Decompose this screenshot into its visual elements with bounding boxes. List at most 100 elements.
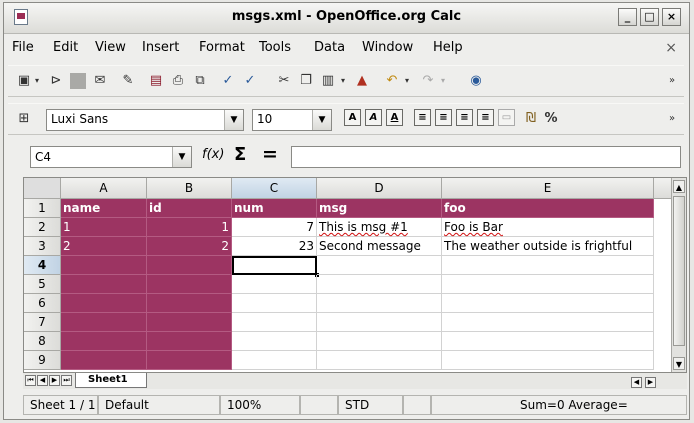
row-header-1[interactable]: 1 (24, 199, 61, 218)
undo-icon[interactable]: ↶ (384, 73, 400, 89)
cell-b6[interactable] (147, 294, 232, 313)
cell-b5[interactable] (147, 275, 232, 294)
cell-c6[interactable] (232, 294, 317, 313)
redo-icon[interactable]: ↷ (420, 73, 436, 89)
percent-format-button[interactable]: % (543, 111, 559, 127)
cell-b1[interactable]: id (147, 199, 232, 218)
cell-e3[interactable]: The weather outside is frightful (442, 237, 654, 256)
cell-a8[interactable] (61, 332, 147, 351)
menu-edit[interactable]: Edit (53, 40, 78, 55)
cell-b7[interactable] (147, 313, 232, 332)
align-center-icon[interactable]: ≡ (435, 109, 452, 126)
scroll-down-icon[interactable]: ▼ (673, 357, 685, 370)
align-left-icon[interactable]: ≡ (414, 109, 431, 126)
scroll-right-icon[interactable]: ▶ (645, 377, 656, 388)
spellcheck-icon[interactable]: ✓ (220, 73, 236, 89)
cell-d3[interactable]: Second message (317, 237, 442, 256)
first-sheet-icon[interactable]: ⏮ (25, 375, 36, 386)
toolbar-overflow-icon-2[interactable]: » (664, 111, 680, 127)
column-header-c[interactable]: C (232, 178, 317, 199)
name-box-dropdown-icon[interactable]: ▼ (172, 147, 191, 167)
column-header-e[interactable]: E (442, 178, 654, 199)
sheet-tab[interactable]: Sheet1 (75, 373, 147, 388)
redo-dropdown-icon[interactable]: ▾ (438, 73, 448, 89)
autospellcheck-icon[interactable]: ✓ (242, 73, 258, 89)
open-folder-icon[interactable]: ⊳ (48, 73, 64, 89)
cell-d4[interactable] (317, 256, 442, 275)
cell-c1[interactable]: num (232, 199, 317, 218)
italic-button[interactable]: A (365, 109, 382, 126)
minimize-button[interactable]: _ (618, 8, 637, 26)
cell-b4[interactable] (147, 256, 232, 275)
cell-a7[interactable] (61, 313, 147, 332)
edit-file-icon[interactable]: ✎ (120, 73, 136, 89)
formula-input[interactable] (291, 146, 681, 168)
close-document-icon[interactable]: × (665, 40, 677, 56)
cell-e5[interactable] (442, 275, 654, 294)
last-sheet-icon[interactable]: ⏭ (61, 375, 72, 386)
align-right-icon[interactable]: ≡ (456, 109, 473, 126)
cell-d6[interactable] (317, 294, 442, 313)
row-header-5[interactable]: 5 (24, 275, 61, 294)
cell-d5[interactable] (317, 275, 442, 294)
copy-icon[interactable]: ❐ (298, 73, 314, 89)
cell-b8[interactable] (147, 332, 232, 351)
status-page-style[interactable]: Default (98, 395, 220, 415)
new-dropdown-icon[interactable]: ▾ (32, 73, 42, 89)
column-header-a[interactable]: A (61, 178, 147, 199)
menu-tools[interactable]: Tools (259, 40, 291, 55)
bold-button[interactable]: A (344, 109, 361, 126)
column-header-b[interactable]: B (147, 178, 232, 199)
column-header-d[interactable]: D (317, 178, 442, 199)
font-name-select[interactable]: Luxi Sans ▼ (46, 109, 244, 131)
scroll-left-icon[interactable]: ◀ (631, 377, 642, 388)
export-pdf-icon[interactable]: ▤ (148, 73, 164, 89)
cell-d9[interactable] (317, 351, 442, 370)
row-header-9[interactable]: 9 (24, 351, 61, 370)
menu-insert[interactable]: Insert (142, 40, 179, 55)
cut-icon[interactable]: ✂ (276, 73, 292, 89)
cell-d2[interactable]: This is msg #1 (317, 218, 442, 237)
function-equals-icon[interactable]: = (262, 143, 278, 165)
function-wizard-icon[interactable]: f(x) (202, 147, 224, 162)
font-size-dropdown-icon[interactable]: ▼ (312, 110, 331, 130)
save-icon[interactable] (70, 73, 86, 89)
cell-a3[interactable]: 2 (61, 237, 147, 256)
toolbar-overflow-icon[interactable]: » (664, 73, 680, 89)
status-zoom[interactable]: 100% (220, 395, 300, 415)
vertical-scroll-thumb[interactable] (673, 196, 685, 346)
cell-c9[interactable] (232, 351, 317, 370)
menu-data[interactable]: Data (314, 40, 345, 55)
menu-view[interactable]: View (95, 40, 126, 55)
maximize-button[interactable]: □ (640, 8, 659, 26)
font-name-dropdown-icon[interactable]: ▼ (224, 110, 243, 130)
row-header-8[interactable]: 8 (24, 332, 61, 351)
cell-b9[interactable] (147, 351, 232, 370)
cell-c7[interactable] (232, 313, 317, 332)
scroll-up-icon[interactable]: ▲ (673, 180, 685, 193)
sum-icon[interactable]: Σ (234, 144, 246, 165)
row-header-7[interactable]: 7 (24, 313, 61, 332)
print-icon[interactable]: ⎙ (170, 73, 186, 89)
cell-b2[interactable]: 1 (147, 218, 232, 237)
vertical-scrollbar[interactable]: ▲ ▼ (671, 178, 686, 372)
merge-cells-icon[interactable]: ▭ (498, 109, 515, 126)
name-box[interactable]: C4 ▼ (30, 146, 192, 168)
styles-icon[interactable]: ⊞ (16, 111, 32, 127)
cell-e6[interactable] (442, 294, 654, 313)
previous-sheet-icon[interactable]: ◀ (37, 375, 48, 386)
email-icon[interactable]: ✉ (92, 73, 108, 89)
cell-e9[interactable] (442, 351, 654, 370)
menu-file[interactable]: File (12, 40, 34, 55)
cell-d7[interactable] (317, 313, 442, 332)
new-document-icon[interactable]: ▣ (16, 73, 32, 89)
cell-e4[interactable] (442, 256, 654, 275)
cell-d1[interactable]: msg (317, 199, 442, 218)
underline-button[interactable]: A (386, 109, 403, 126)
paste-dropdown-icon[interactable]: ▾ (338, 73, 348, 89)
cell-c8[interactable] (232, 332, 317, 351)
cell-b3[interactable]: 2 (147, 237, 232, 256)
horizontal-scrollbar[interactable]: ◀ ▶ (631, 375, 671, 388)
cell-a6[interactable] (61, 294, 147, 313)
undo-dropdown-icon[interactable]: ▾ (402, 73, 412, 89)
